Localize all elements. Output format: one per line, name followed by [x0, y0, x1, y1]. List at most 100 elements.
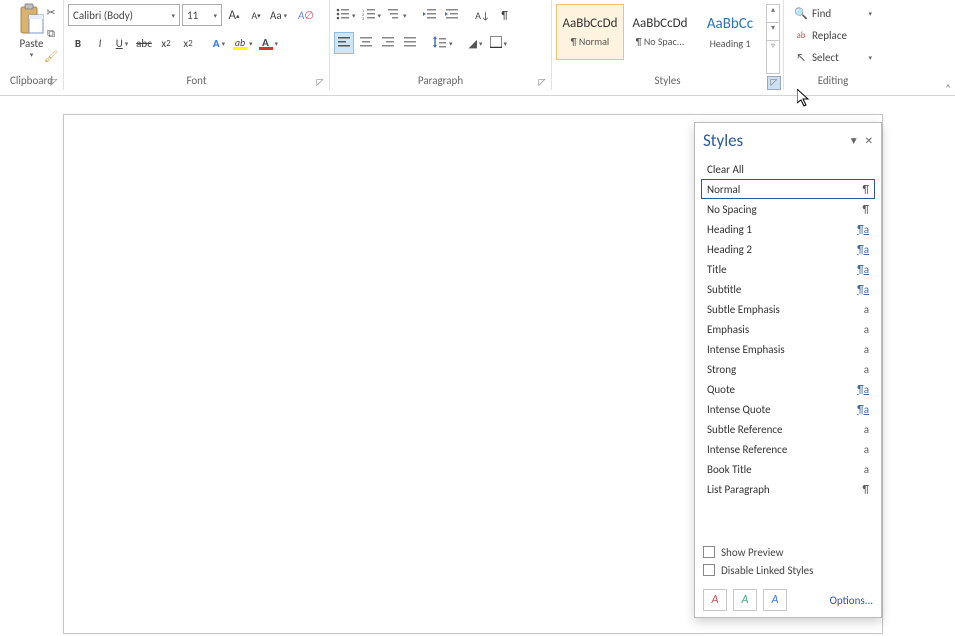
- style-card[interactable]: AaBbCcDd¶ Normal: [556, 4, 624, 60]
- copy-button[interactable]: ⧉: [42, 25, 60, 43]
- disable-linked-checkbox[interactable]: Disable Linked Styles: [703, 561, 873, 579]
- grow-font-button[interactable]: A▴: [224, 4, 244, 26]
- paragraph-dialog-launcher[interactable]: ◸: [535, 76, 549, 90]
- italic-button[interactable]: I: [90, 32, 110, 54]
- align-center-icon: [359, 36, 373, 51]
- copy-icon: ⧉: [47, 27, 55, 41]
- underline-button[interactable]: U: [112, 32, 132, 54]
- pilcrow-icon: ¶: [501, 9, 507, 22]
- shrink-font-button[interactable]: A▾: [246, 4, 266, 26]
- inspector-icon: A: [742, 593, 749, 607]
- font-size-combo[interactable]: 11▾: [182, 4, 222, 26]
- pane-close-button[interactable]: ✕: [865, 134, 873, 147]
- replace-button[interactable]: abReplace: [788, 24, 878, 46]
- group-label-styles: Styles: [654, 74, 680, 87]
- font-size-value: 11: [187, 9, 198, 22]
- multilevel-icon: [387, 8, 401, 23]
- numbering-icon: 123: [362, 8, 376, 23]
- style-card[interactable]: AaBbCcHeading 1: [696, 4, 764, 60]
- style-list-item[interactable]: Title¶a: [701, 259, 875, 279]
- styles-pane-list: Clear All Normal¶No Spacing¶Heading 1¶aH…: [701, 159, 875, 499]
- borders-icon: [490, 36, 502, 51]
- ribbon: Paste ▾ ✂ ⧉ 🖌 Clipboard ◸ Calibri (Body)…: [0, 0, 955, 96]
- font-color-button[interactable]: A: [257, 32, 281, 54]
- sort-button[interactable]: A↓: [473, 4, 493, 26]
- align-center-button[interactable]: [356, 32, 376, 54]
- styles-pane-title: Styles: [703, 130, 743, 151]
- manage-icon: A: [772, 593, 779, 607]
- group-label-font: Font: [186, 74, 206, 87]
- styles-options-link[interactable]: Options...: [830, 594, 873, 607]
- style-list-item[interactable]: Book Titlea: [701, 459, 875, 479]
- eraser-icon: A∅: [298, 9, 304, 22]
- style-list-item[interactable]: Subtle Emphasisa: [701, 299, 875, 319]
- group-font: Calibri (Body)▾ 11▾ A▴ A▾ Aa A∅ B I U ab…: [64, 0, 330, 90]
- group-paragraph: 123 A↓ ¶ ◢ Paragraph ◸: [330, 0, 552, 90]
- style-list-item[interactable]: Heading 1¶a: [701, 219, 875, 239]
- select-button[interactable]: ↖Select▾: [788, 46, 878, 68]
- text-effects-icon: A: [213, 37, 220, 50]
- style-list-item[interactable]: No Spacing¶: [701, 199, 875, 219]
- style-list-item[interactable]: Intense Referencea: [701, 439, 875, 459]
- gallery-scroll[interactable]: ▴▾▿: [766, 4, 780, 74]
- font-dialog-launcher[interactable]: ◸: [313, 76, 327, 90]
- pane-menu-button[interactable]: ▼: [849, 134, 859, 147]
- font-name-value: Calibri (Body): [73, 9, 133, 22]
- change-case-button[interactable]: Aa: [268, 4, 289, 26]
- strikethrough-button[interactable]: abc: [134, 32, 154, 54]
- subscript-button[interactable]: x2: [156, 32, 176, 54]
- spacing-icon: [433, 36, 447, 51]
- borders-button[interactable]: [488, 32, 510, 54]
- clipboard-dialog-launcher[interactable]: ◸: [47, 76, 61, 90]
- font-name-combo[interactable]: Calibri (Body)▾: [68, 4, 180, 26]
- align-left-button[interactable]: [334, 32, 354, 54]
- cut-button[interactable]: ✂: [42, 3, 60, 21]
- highlight-button[interactable]: ab: [231, 32, 255, 54]
- increase-indent-button[interactable]: [442, 4, 462, 26]
- style-list-item[interactable]: Quote¶a: [701, 379, 875, 399]
- style-list-item[interactable]: Heading 2¶a: [701, 239, 875, 259]
- style-list-item[interactable]: Subtle Referencea: [701, 419, 875, 439]
- styles-pane: Styles ▼ ✕ Clear All Normal¶No Spacing¶H…: [694, 122, 882, 618]
- styles-dialog-launcher[interactable]: ◸: [767, 76, 781, 90]
- align-right-button[interactable]: [378, 32, 398, 54]
- bold-button[interactable]: B: [68, 32, 88, 54]
- brush-icon: 🖌: [44, 50, 58, 63]
- decrease-indent-button[interactable]: [420, 4, 440, 26]
- style-list-item[interactable]: Stronga: [701, 359, 875, 379]
- bullets-button[interactable]: [334, 4, 358, 26]
- show-preview-checkbox[interactable]: Show Preview: [703, 543, 873, 561]
- shading-button[interactable]: ◢: [466, 32, 486, 54]
- clear-formatting-button[interactable]: A∅: [291, 4, 311, 26]
- outdent-icon: [423, 8, 437, 23]
- new-style-button[interactable]: A: [703, 589, 727, 611]
- style-list-item[interactable]: List Paragraph¶: [701, 479, 875, 499]
- align-left-icon: [337, 36, 351, 51]
- justify-button[interactable]: [400, 32, 420, 54]
- style-list-item[interactable]: Normal¶: [701, 179, 875, 199]
- find-button[interactable]: 🔍Find▾: [788, 2, 878, 24]
- line-spacing-button[interactable]: [431, 32, 455, 54]
- multilevel-button[interactable]: [385, 4, 409, 26]
- style-card[interactable]: AaBbCcDd¶ No Spac...: [626, 4, 694, 60]
- new-style-icon: A: [712, 593, 719, 607]
- superscript-button[interactable]: x2: [178, 32, 198, 54]
- style-list-item[interactable]: Emphasisa: [701, 319, 875, 339]
- format-painter-button[interactable]: 🖌: [42, 47, 60, 65]
- style-inspector-button[interactable]: A: [733, 589, 757, 611]
- replace-icon: ab: [794, 30, 808, 41]
- style-list-item[interactable]: Subtitle¶a: [701, 279, 875, 299]
- style-list-item[interactable]: Intense Emphasisa: [701, 339, 875, 359]
- style-list-item[interactable]: Intense Quote¶a: [701, 399, 875, 419]
- manage-styles-button[interactable]: A: [763, 589, 787, 611]
- numbering-button[interactable]: 123: [360, 4, 384, 26]
- group-editing: 🔍Find▾ abReplace ↖Select▾ Editing: [784, 0, 882, 90]
- group-label-paragraph: Paragraph: [418, 74, 463, 87]
- show-marks-button[interactable]: ¶: [495, 4, 515, 26]
- indent-icon: [445, 8, 459, 23]
- clear-all-item[interactable]: Clear All: [701, 159, 875, 179]
- justify-icon: [403, 36, 417, 51]
- text-effects-button[interactable]: A: [209, 32, 229, 54]
- sort-icon: A↓: [475, 9, 490, 22]
- collapse-ribbon-button[interactable]: ˄: [945, 82, 951, 95]
